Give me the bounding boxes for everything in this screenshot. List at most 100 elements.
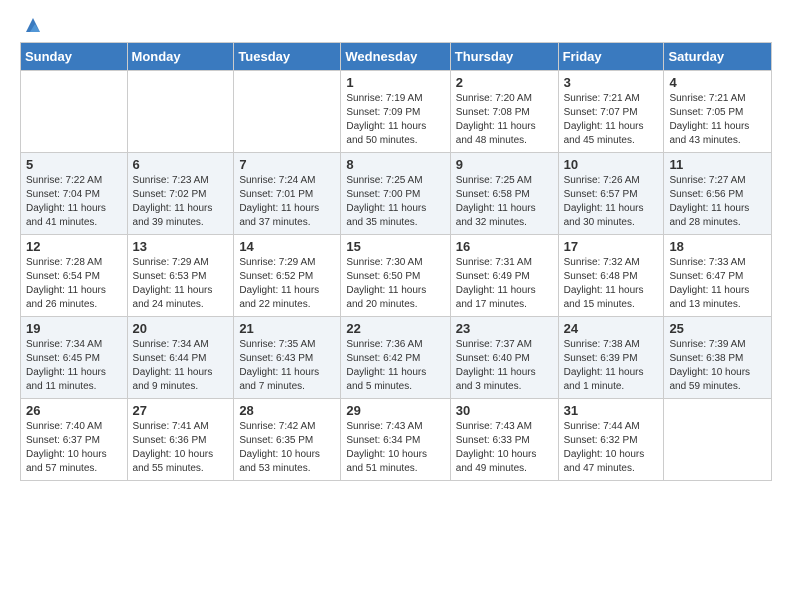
day-number: 5	[26, 157, 122, 172]
col-thursday: Thursday	[450, 43, 558, 71]
calendar-cell: 10Sunrise: 7:26 AM Sunset: 6:57 PM Dayli…	[558, 153, 664, 235]
day-number: 23	[456, 321, 553, 336]
day-number: 11	[669, 157, 766, 172]
page: Sunday Monday Tuesday Wednesday Thursday…	[0, 0, 792, 612]
day-info: Sunrise: 7:32 AM Sunset: 6:48 PM Dayligh…	[564, 256, 659, 312]
calendar-cell: 28Sunrise: 7:42 AM Sunset: 6:35 PM Dayli…	[234, 399, 341, 481]
day-number: 24	[564, 321, 659, 336]
calendar-cell: 8Sunrise: 7:25 AM Sunset: 7:00 PM Daylig…	[341, 153, 450, 235]
day-number: 1	[346, 75, 444, 90]
day-info: Sunrise: 7:39 AM Sunset: 6:38 PM Dayligh…	[669, 338, 766, 394]
calendar-cell: 3 Sunrise: 7:21 AM Sunset: 7:07 PM Daylig…	[558, 71, 664, 153]
day-number: 6	[133, 157, 229, 172]
day-info: Sunrise: 7:21 AM Sunset: 7:07 PM Dayligh…	[564, 92, 659, 148]
calendar-cell: 22 Sunrise: 7:36 AM Sunset: 6:42 PM Dayli…	[341, 317, 450, 399]
day-number: 19	[26, 321, 122, 336]
calendar-cell: 13Sunrise: 7:29 AM Sunset: 6:53 PM Dayli…	[127, 235, 234, 317]
day-number: 4	[669, 75, 766, 90]
calendar-cell: 15Sunrise: 7:30 AM Sunset: 6:50 PM Dayli…	[341, 235, 450, 317]
calendar-cell: 17 Sunrise: 7:32 AM Sunset: 6:48 PM Dayli…	[558, 235, 664, 317]
day-info: Sunrise: 7:27 AM Sunset: 6:56 PM Dayligh…	[669, 174, 766, 230]
day-number: 29	[346, 403, 444, 418]
day-number: 2	[456, 75, 553, 90]
calendar-cell: 26Sunrise: 7:40 AM Sunset: 6:37 PM Dayli…	[21, 399, 128, 481]
calendar-cell: 19Sunrise: 7:34 AM Sunset: 6:45 PM Dayli…	[21, 317, 128, 399]
day-number: 20	[133, 321, 229, 336]
calendar-cell: 27 Sunrise: 7:41 AM Sunset: 6:36 PM Dayli…	[127, 399, 234, 481]
calendar-cell: 16Sunrise: 7:31 AM Sunset: 6:49 PM Dayli…	[450, 235, 558, 317]
day-info: Sunrise: 7:24 AM Sunset: 7:01 PM Dayligh…	[239, 174, 335, 230]
day-info: Sunrise: 7:20 AM Sunset: 7:08 PM Dayligh…	[456, 92, 553, 148]
day-info: Sunrise: 7:43 AM Sunset: 6:33 PM Dayligh…	[456, 420, 553, 476]
calendar-cell: 14Sunrise: 7:29 AM Sunset: 6:52 PM Dayli…	[234, 235, 341, 317]
day-info: Sunrise: 7:22 AM Sunset: 7:04 PM Dayligh…	[26, 174, 122, 230]
day-number: 18	[669, 239, 766, 254]
calendar-cell	[127, 71, 234, 153]
day-number: 21	[239, 321, 335, 336]
calendar-cell: 21 Sunrise: 7:35 AM Sunset: 6:43 PM Dayli…	[234, 317, 341, 399]
day-info: Sunrise: 7:34 AM Sunset: 6:44 PM Dayligh…	[133, 338, 229, 394]
calendar-cell: 7 Sunrise: 7:24 AM Sunset: 7:01 PM Daylig…	[234, 153, 341, 235]
calendar-week-row: 26Sunrise: 7:40 AM Sunset: 6:37 PM Dayli…	[21, 399, 772, 481]
col-friday: Friday	[558, 43, 664, 71]
day-info: Sunrise: 7:38 AM Sunset: 6:39 PM Dayligh…	[564, 338, 659, 394]
calendar-cell: 25Sunrise: 7:39 AM Sunset: 6:38 PM Dayli…	[664, 317, 772, 399]
calendar-cell: 20 Sunrise: 7:34 AM Sunset: 6:44 PM Dayli…	[127, 317, 234, 399]
col-tuesday: Tuesday	[234, 43, 341, 71]
day-info: Sunrise: 7:29 AM Sunset: 6:53 PM Dayligh…	[133, 256, 229, 312]
calendar-cell	[234, 71, 341, 153]
calendar-cell: 12Sunrise: 7:28 AM Sunset: 6:54 PM Dayli…	[21, 235, 128, 317]
day-info: Sunrise: 7:33 AM Sunset: 6:47 PM Dayligh…	[669, 256, 766, 312]
calendar-cell: 31 Sunrise: 7:44 AM Sunset: 6:32 PM Dayli…	[558, 399, 664, 481]
calendar-cell: 29 Sunrise: 7:43 AM Sunset: 6:34 PM Dayli…	[341, 399, 450, 481]
day-info: Sunrise: 7:29 AM Sunset: 6:52 PM Dayligh…	[239, 256, 335, 312]
day-info: Sunrise: 7:35 AM Sunset: 6:43 PM Dayligh…	[239, 338, 335, 394]
calendar-cell	[21, 71, 128, 153]
day-number: 16	[456, 239, 553, 254]
day-info: Sunrise: 7:28 AM Sunset: 6:54 PM Dayligh…	[26, 256, 122, 312]
calendar-cell: 18 Sunrise: 7:33 AM Sunset: 6:47 PM Dayli…	[664, 235, 772, 317]
logo	[20, 16, 44, 32]
calendar-week-row: 12Sunrise: 7:28 AM Sunset: 6:54 PM Dayli…	[21, 235, 772, 317]
col-monday: Monday	[127, 43, 234, 71]
day-number: 3	[564, 75, 659, 90]
day-info: Sunrise: 7:37 AM Sunset: 6:40 PM Dayligh…	[456, 338, 553, 394]
day-number: 22	[346, 321, 444, 336]
calendar-cell: 4 Sunrise: 7:21 AM Sunset: 7:05 PM Daylig…	[664, 71, 772, 153]
day-info: Sunrise: 7:44 AM Sunset: 6:32 PM Dayligh…	[564, 420, 659, 476]
calendar-cell	[664, 399, 772, 481]
day-info: Sunrise: 7:21 AM Sunset: 7:05 PM Dayligh…	[669, 92, 766, 148]
calendar-week-row: 19Sunrise: 7:34 AM Sunset: 6:45 PM Dayli…	[21, 317, 772, 399]
day-number: 10	[564, 157, 659, 172]
calendar-body: 1 Sunrise: 7:19 AM Sunset: 7:09 PM Daylig…	[21, 71, 772, 481]
day-info: Sunrise: 7:23 AM Sunset: 7:02 PM Dayligh…	[133, 174, 229, 230]
calendar-cell: 1 Sunrise: 7:19 AM Sunset: 7:09 PM Daylig…	[341, 71, 450, 153]
day-info: Sunrise: 7:40 AM Sunset: 6:37 PM Dayligh…	[26, 420, 122, 476]
day-number: 31	[564, 403, 659, 418]
calendar-cell: 5 Sunrise: 7:22 AM Sunset: 7:04 PM Daylig…	[21, 153, 128, 235]
day-number: 7	[239, 157, 335, 172]
day-number: 9	[456, 157, 553, 172]
day-number: 27	[133, 403, 229, 418]
calendar-cell: 9 Sunrise: 7:25 AM Sunset: 6:58 PM Daylig…	[450, 153, 558, 235]
calendar-cell: 24 Sunrise: 7:38 AM Sunset: 6:39 PM Dayli…	[558, 317, 664, 399]
day-info: Sunrise: 7:36 AM Sunset: 6:42 PM Dayligh…	[346, 338, 444, 394]
day-number: 15	[346, 239, 444, 254]
day-number: 17	[564, 239, 659, 254]
day-info: Sunrise: 7:43 AM Sunset: 6:34 PM Dayligh…	[346, 420, 444, 476]
col-saturday: Saturday	[664, 43, 772, 71]
day-info: Sunrise: 7:25 AM Sunset: 7:00 PM Dayligh…	[346, 174, 444, 230]
calendar-cell: 30 Sunrise: 7:43 AM Sunset: 6:33 PM Dayli…	[450, 399, 558, 481]
day-info: Sunrise: 7:25 AM Sunset: 6:58 PM Dayligh…	[456, 174, 553, 230]
day-info: Sunrise: 7:19 AM Sunset: 7:09 PM Dayligh…	[346, 92, 444, 148]
col-sunday: Sunday	[21, 43, 128, 71]
calendar-cell: 11 Sunrise: 7:27 AM Sunset: 6:56 PM Dayli…	[664, 153, 772, 235]
day-number: 30	[456, 403, 553, 418]
calendar-week-row: 1 Sunrise: 7:19 AM Sunset: 7:09 PM Daylig…	[21, 71, 772, 153]
day-info: Sunrise: 7:41 AM Sunset: 6:36 PM Dayligh…	[133, 420, 229, 476]
calendar-cell: 23 Sunrise: 7:37 AM Sunset: 6:40 PM Dayli…	[450, 317, 558, 399]
calendar-header-row: Sunday Monday Tuesday Wednesday Thursday…	[21, 43, 772, 71]
day-number: 28	[239, 403, 335, 418]
logo-icon	[22, 14, 44, 36]
calendar: Sunday Monday Tuesday Wednesday Thursday…	[20, 42, 772, 481]
